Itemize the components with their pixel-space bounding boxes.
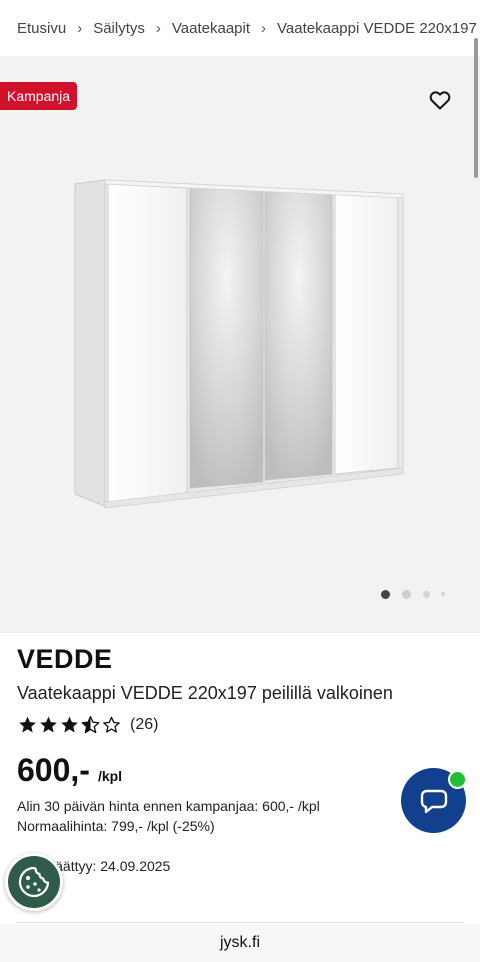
lowest-price-info: Alin 30 päivän hinta ennen kampanjaa: 60… [17,798,320,814]
online-status-dot [448,770,467,789]
price-unit: /kpl [97,768,123,784]
chevron-right-icon: › [261,19,267,37]
normal-price-info: Normaalihinta: 799,- /kpl (-25%) [17,818,215,834]
carousel-dot[interactable] [423,591,430,598]
carousel-dot[interactable] [402,590,411,599]
star-half-icon [81,716,100,734]
chat-bubble-icon [420,789,447,813]
cookie-settings-button[interactable] [5,853,63,911]
carousel-indicators [0,588,480,600]
chevron-right-icon: › [155,19,161,37]
rating-count[interactable]: (26) [130,716,158,734]
star-filled-icon [19,716,36,733]
product-title: Vaatekaappi VEDDE 220x197 peilillä valko… [17,683,393,703]
page-scrollbar[interactable] [474,38,478,178]
cookie-icon [18,866,50,898]
carousel-dot[interactable] [441,592,445,596]
star-filled-icon [40,716,57,733]
product-image-gallery[interactable]: Kampanja [0,56,480,633]
divider [17,922,463,923]
site-domain: jysk.fi [220,934,260,951]
breadcrumb-link-storage[interactable]: Säilytys [93,20,145,37]
heart-outline-icon[interactable] [428,88,452,112]
chevron-right-icon: › [77,19,83,37]
breadcrumb-link-home[interactable]: Etusivu [17,20,66,37]
browser-address-bar[interactable]: jysk.fi [0,924,480,962]
campaign-badge: Kampanja [0,82,78,110]
breadcrumb-link-wardrobes[interactable]: Vaatekaapit [172,20,250,37]
product-price: 600,- /kpl [17,752,122,789]
star-filled-icon [61,716,78,733]
product-brand: VEDDE [17,644,113,674]
rating-stars [17,715,122,735]
star-outline-icon [103,716,120,733]
product-rating[interactable]: (26) [17,713,158,737]
product-image [74,179,404,509]
carousel-dot-active[interactable] [381,590,390,599]
price-value: 600,- [17,752,90,788]
breadcrumb: Etusivu › Säilytys › Vaatekaapit › Vaate… [0,0,480,56]
breadcrumb-current: Vaatekaappi VEDDE 220x197 p [277,19,480,37]
